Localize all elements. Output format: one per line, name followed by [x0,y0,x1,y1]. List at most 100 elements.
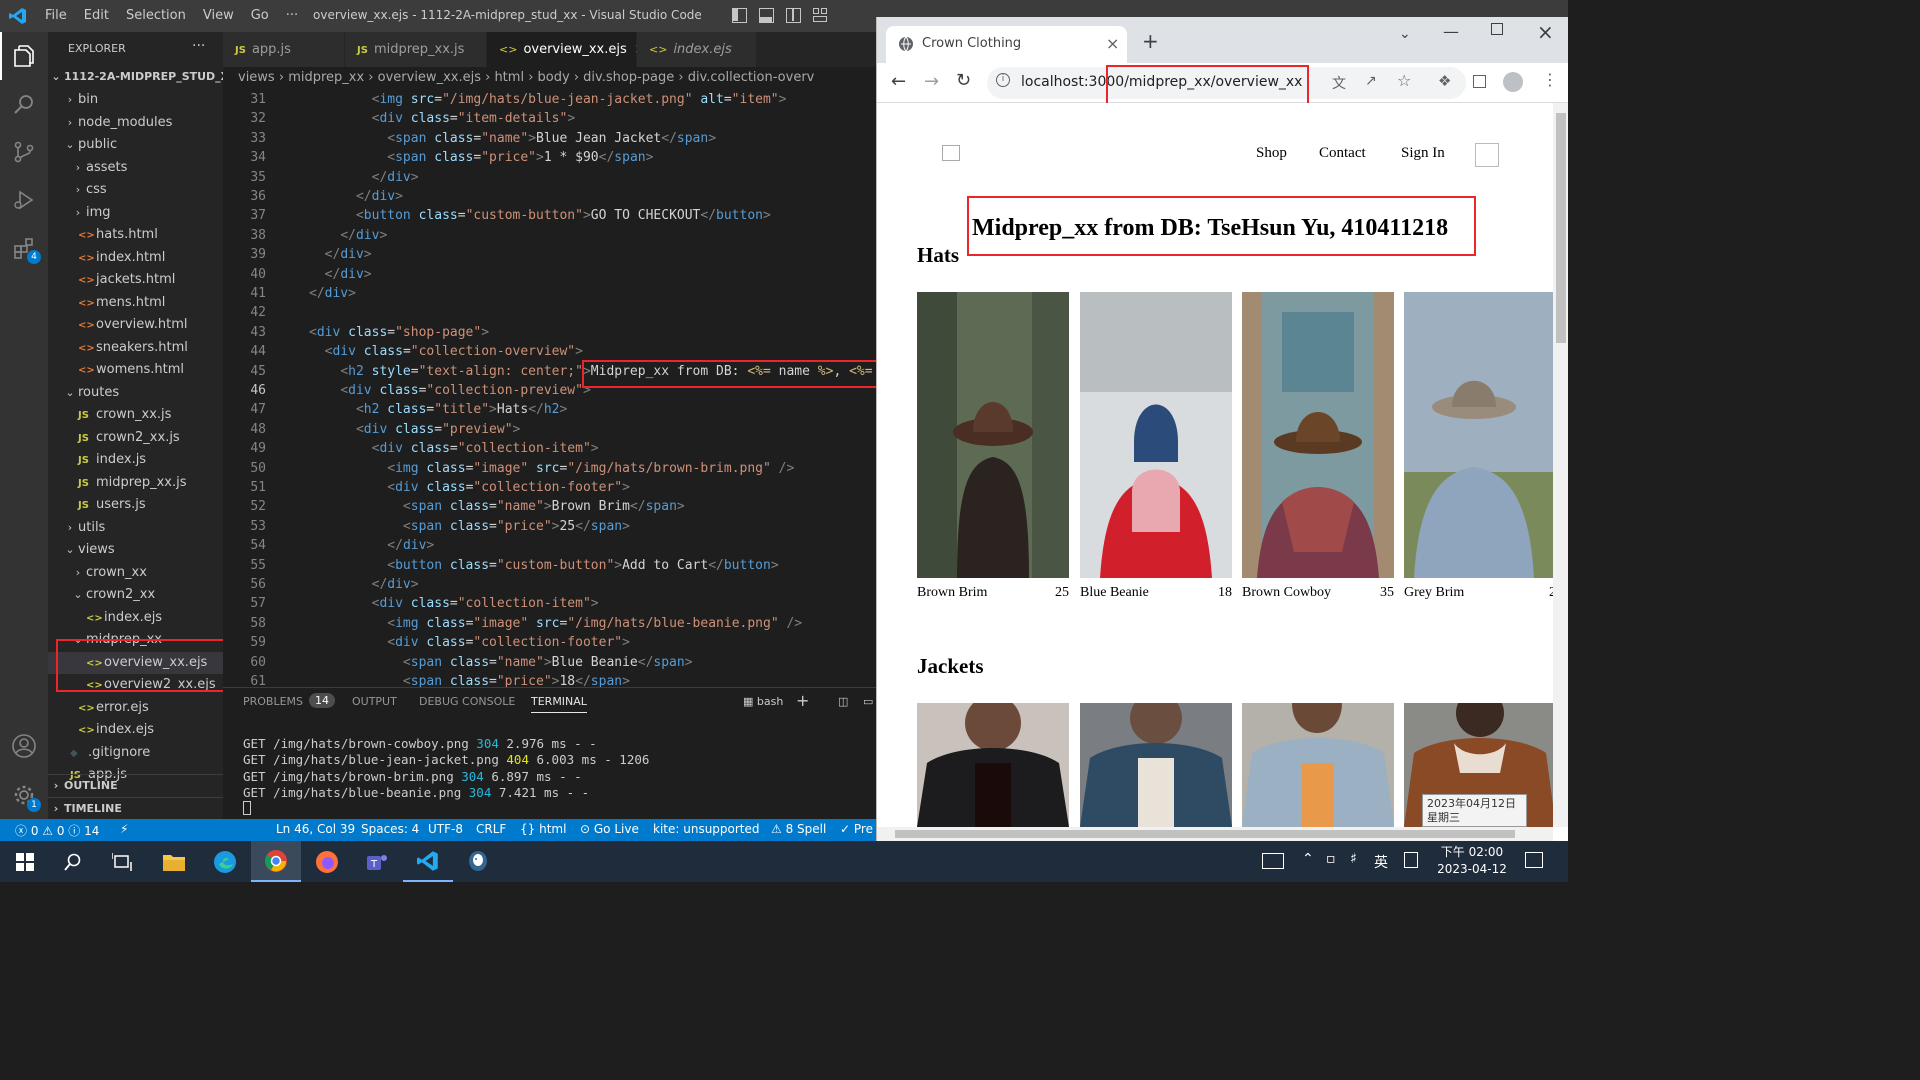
clock[interactable]: 下午 02:00 2023-04-12 [1430,844,1514,878]
explorer-root-folder[interactable]: ⌄ 1112-2A-MIDPREP_STUD_XX [48,66,223,88]
code-line[interactable]: <div class="item-details"> [309,111,576,126]
close-tab-icon[interactable]: × [1106,34,1119,53]
code-line[interactable]: </div> [309,538,434,553]
code-line[interactable]: <button class="custom-button">GO TO CHEC… [309,208,771,223]
code-line[interactable]: </div> [309,286,356,301]
menu-go[interactable]: Go [251,8,269,23]
chrome-taskbar-icon[interactable] [251,841,301,882]
collection-item[interactable]: Brown Cowboy 35 [1242,292,1394,600]
search-icon[interactable] [0,80,48,128]
new-terminal-button[interactable]: + [796,691,809,710]
vscode-taskbar-icon[interactable] [403,841,453,882]
code-line[interactable]: <div class="collection-preview"> [309,383,590,398]
network-icon[interactable]: ▫ [1326,851,1336,867]
menu-selection[interactable]: Selection [126,8,186,23]
search-icon[interactable] [48,841,98,882]
tree-file[interactable]: <>womens.html [48,359,223,381]
eol-status[interactable]: CRLF [476,822,506,836]
tab-search-icon[interactable]: ⌄ [1399,26,1411,42]
tree-file[interactable]: JS users.js [48,494,223,516]
nav-shop-link[interactable]: Shop [1256,145,1287,162]
postgres-icon[interactable] [453,841,503,882]
horizontal-scrollbar[interactable] [877,827,1553,841]
code-line[interactable]: </div> [309,267,372,282]
code-line[interactable]: <span class="price">25</span> [309,519,630,534]
back-arrow-icon[interactable]: ← [891,71,906,92]
tab-midprep-xx-js[interactable]: JS midprep_xx.js [345,32,487,67]
breadcrumb-item[interactable]: html [494,70,524,85]
customize-layout-icon[interactable] [813,8,828,23]
toggle-sidebar-icon[interactable] [732,8,747,23]
code-line[interactable]: <div class="collection-item"> [309,441,599,456]
trash-icon[interactable]: ▭ [863,695,873,708]
code-line[interactable]: <span class="name">Blue Jean Jacket</spa… [309,131,716,146]
tree-file[interactable]: <>overview.html [48,314,223,336]
collection-item[interactable]: Blue Beanie 18 [1080,292,1232,600]
language-mode[interactable]: {} html [520,822,566,836]
tree-folder[interactable]: › crown_xx [48,562,223,584]
tree-folder[interactable]: ⌄ public [48,134,223,156]
tree-folder[interactable]: › css [48,179,223,201]
terminal-output[interactable]: GET /img/hats/brown-cowboy.png 304 2.976… [243,736,649,801]
code-line[interactable]: <div class="collection-item"> [309,596,599,611]
code-line[interactable]: <div class="collection-footer"> [309,480,630,495]
breadcrumb-item[interactable]: views [238,70,275,85]
code-line[interactable]: <img class="image" src="/img/hats/blue-b… [309,616,802,631]
edge-icon[interactable] [200,841,250,882]
scrollbar-thumb[interactable] [895,830,1515,838]
close-window-icon[interactable]: × [1537,20,1554,44]
code-line[interactable]: <span class="price">1 * $90</span> [309,150,653,165]
breadcrumb-item[interactable]: div.shop-page [583,70,674,85]
code-line[interactable]: </div> [309,228,387,243]
code-line[interactable]: </div> [309,189,403,204]
firefox-icon[interactable] [302,841,352,882]
cart-icon[interactable] [1475,143,1499,167]
tree-folder[interactable]: ⌄ crown2_xx [48,584,223,606]
tree-file[interactable]: JS midprep_xx.js [48,472,223,494]
tree-folder[interactable]: ⌄ views [48,539,223,561]
keyboard-icon[interactable] [1262,853,1284,869]
tree-folder[interactable]: › node_modules [48,112,223,134]
code-view[interactable]: 31 <img src="/img/hats/blue-jean-jacket.… [223,89,876,687]
scrollbar-thumb[interactable] [1556,113,1566,343]
tree-folder[interactable]: › assets [48,157,223,179]
code-line[interactable]: </div> [309,577,419,592]
share-icon[interactable]: ↗ [1365,73,1377,89]
ime-pad-icon[interactable] [1404,852,1418,868]
file-explorer-icon[interactable] [149,841,199,882]
prettier-status[interactable]: ✓ Pre [840,822,873,836]
ime-indicator[interactable]: 英 [1374,852,1388,872]
tree-file[interactable]: <>mens.html [48,292,223,314]
go-live-button[interactable]: ⊙ Go Live [580,822,639,836]
collection-item[interactable]: Brown Brim 25 [917,292,1069,600]
tree-file[interactable]: ◆ .gitignore [48,742,223,764]
problems-status[interactable]: ⓧ 0 ⚠ 0 ⓘ 14 [15,822,99,839]
jacket-image-denim[interactable] [1080,703,1232,827]
menu-edit[interactable]: Edit [84,8,109,23]
new-tab-button[interactable]: + [1142,29,1159,53]
tab-index-ejs[interactable]: <> index.ejs [637,32,757,67]
logo-image[interactable] [942,145,960,161]
teams-icon[interactable]: T [352,841,402,882]
accounts-icon[interactable] [0,722,48,770]
breadcrumb-item[interactable]: div.collection-overv [688,70,815,85]
tray-chevron-up-icon[interactable]: ⌃ [1302,851,1314,867]
tree-folder[interactable]: › utils [48,517,223,539]
menu-more[interactable]: ··· [286,8,298,23]
breadcrumb-item[interactable]: midprep_xx [288,70,364,85]
extensions-puzzle-icon[interactable]: ❖ [1438,72,1451,90]
code-line[interactable]: <span class="name">Brown Brim</span> [309,499,685,514]
toggle-panel-icon[interactable] [759,8,774,23]
cursor-position[interactable]: Ln 46, Col 39 [276,822,355,836]
code-line[interactable]: <img class="image" src="/img/hats/brown-… [309,461,794,476]
code-line[interactable]: <h2 class="title">Hats</h2> [309,402,567,417]
tree-file[interactable]: <>jackets.html [48,269,223,291]
tree-folder[interactable]: ⌄ routes [48,382,223,404]
toggle-secondary-sidebar-icon[interactable] [786,8,801,23]
source-control-icon[interactable] [0,128,48,176]
code-line[interactable]: <div class="shop-page"> [309,325,489,340]
outline-section[interactable]: › OUTLINE [48,774,223,796]
volume-muted-icon[interactable]: ♯ [1350,851,1357,867]
tree-file[interactable]: <>error.ejs [48,697,223,719]
sync-icon[interactable]: ⚡ [120,822,128,836]
